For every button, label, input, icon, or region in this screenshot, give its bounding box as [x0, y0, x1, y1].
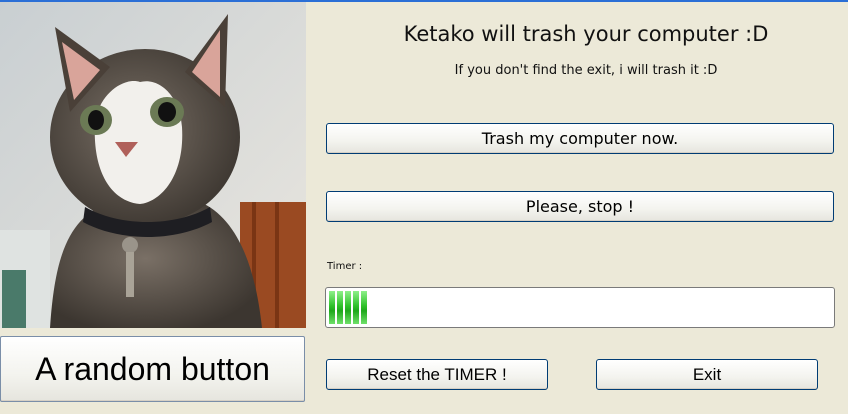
cat-photo: [0, 2, 306, 328]
random-button[interactable]: A random button: [0, 336, 305, 402]
exit-button[interactable]: Exit: [596, 359, 818, 390]
progress-chunk: [353, 291, 359, 324]
progress-track: [329, 291, 831, 324]
progress-chunk: [329, 291, 335, 324]
progress-chunk: [337, 291, 343, 324]
reset-timer-button[interactable]: Reset the TIMER !: [326, 359, 548, 390]
progress-chunk: [345, 291, 351, 324]
app-subtitle: If you don't find the exit, i will trash…: [454, 63, 718, 78]
timer-label: Timer :: [327, 261, 363, 272]
progress-fill: [329, 291, 367, 324]
stop-button[interactable]: Please, stop !: [326, 191, 834, 222]
timer-progress-bar: [325, 287, 835, 328]
trash-computer-button[interactable]: Trash my computer now.: [326, 123, 834, 154]
app-title: Ketako will trash your computer :D: [403, 22, 769, 46]
progress-chunk: [361, 291, 367, 324]
